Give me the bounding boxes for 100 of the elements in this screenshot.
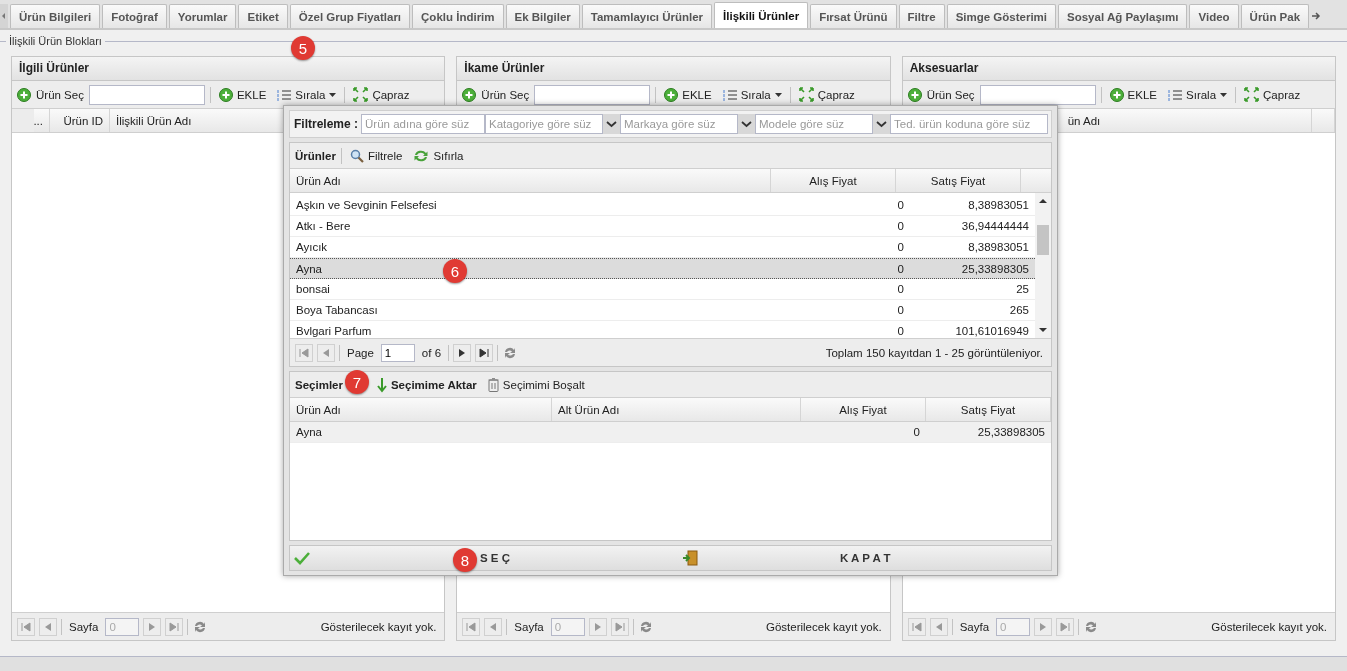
add-icon bbox=[462, 87, 477, 102]
product-row[interactable]: Atkı - Bere 0 36,94444444 bbox=[290, 216, 1035, 237]
column-header[interactable]: Alt Ürün Adı bbox=[552, 398, 801, 421]
page-label: Sayfa bbox=[513, 620, 545, 633]
column-header[interactable]: ... bbox=[12, 109, 50, 132]
selection-row[interactable]: Ayna 0 25,33898305 bbox=[290, 422, 1051, 443]
sell-price: 8,38983051 bbox=[967, 241, 1030, 253]
product-row[interactable]: bonsai 0 25 bbox=[290, 279, 1035, 300]
sell-price: 25,33898305 bbox=[976, 426, 1046, 438]
tab[interactable]: Video bbox=[1189, 4, 1239, 28]
first-page-icon[interactable] bbox=[295, 343, 313, 362]
tab[interactable]: Etiket bbox=[238, 4, 288, 28]
tab[interactable]: Yorumlar bbox=[168, 4, 237, 28]
tab[interactable]: Simge Gösterimi bbox=[946, 4, 1057, 28]
column-header[interactable]: Ürün Adı bbox=[290, 398, 552, 421]
column-header[interactable]: Satış Fiyat bbox=[896, 169, 1021, 192]
product-input[interactable] bbox=[979, 84, 1096, 105]
products-title: Ürünler bbox=[295, 149, 336, 162]
dropdown-caret-icon[interactable] bbox=[873, 114, 891, 134]
next-page-icon[interactable] bbox=[453, 343, 472, 362]
column-header[interactable]: Satış Fiyat bbox=[926, 398, 1051, 421]
sell-price: 25 bbox=[1015, 283, 1030, 295]
first-page-icon[interactable] bbox=[17, 617, 35, 636]
dropdown-caret-icon[interactable] bbox=[603, 114, 621, 134]
tab[interactable]: Ürün Pak bbox=[1240, 4, 1310, 28]
record-summary: Toplam 150 kayıtdan 1 - 25 görüntüleniyor. bbox=[825, 346, 1044, 359]
add-icon bbox=[664, 87, 679, 102]
scrollbar-thumb[interactable] bbox=[1037, 225, 1049, 255]
scroll-down-icon[interactable] bbox=[1038, 326, 1048, 334]
cross-button[interactable]: Çapraz bbox=[1241, 87, 1304, 102]
move-to-selection-button[interactable]: Seçimime Aktar bbox=[373, 376, 480, 393]
sort-button[interactable]: Sırala bbox=[719, 87, 785, 102]
add-button[interactable]: EKLE bbox=[215, 87, 270, 102]
sell-price: 25,33898305 bbox=[960, 262, 1030, 275]
column-header[interactable]: Ürün ID bbox=[50, 109, 110, 132]
buy-price: 0 bbox=[896, 220, 905, 232]
empty-message: Gösterilecek kayıt yok. bbox=[1211, 620, 1328, 633]
buy-price: 0 bbox=[896, 283, 905, 295]
tab[interactable]: Sosyal Ağ Paylaşımı bbox=[1058, 4, 1188, 28]
sell-price: 8,38983051 bbox=[967, 199, 1030, 211]
filter-label: Filtreleme : bbox=[294, 117, 359, 131]
tab[interactable]: Fırsat Ürünü bbox=[810, 4, 897, 28]
tab[interactable]: Ek Bilgiler bbox=[505, 4, 580, 28]
tab[interactable]: Fotoğraf bbox=[102, 4, 167, 28]
product-row[interactable]: Aşkın ve Sevginin Felsefesi 0 8,38983051 bbox=[290, 195, 1035, 216]
exit-door-icon[interactable] bbox=[682, 550, 699, 566]
cross-button[interactable]: Çapraz bbox=[350, 87, 413, 102]
filter-button[interactable]: Filtrele bbox=[346, 148, 406, 163]
trash-icon bbox=[487, 377, 499, 392]
scroll-left-icon[interactable] bbox=[0, 4, 8, 28]
select-button[interactable]: S E Ç bbox=[478, 552, 513, 564]
expand-arrows-icon bbox=[353, 87, 369, 102]
filter-input[interactable]: Ürün adına göre süz bbox=[361, 114, 486, 134]
reset-button[interactable]: Sıfırla bbox=[410, 148, 467, 163]
page-label: Page bbox=[346, 346, 375, 359]
buy-price: 0 bbox=[896, 304, 905, 316]
cross-button[interactable]: Çapraz bbox=[795, 87, 858, 102]
down-arrow-icon bbox=[376, 376, 387, 393]
tab[interactable]: İlişkili Ürünler bbox=[714, 2, 809, 28]
scrollbar[interactable] bbox=[1035, 193, 1051, 338]
tab[interactable]: Özel Grup Fiyatları bbox=[289, 4, 411, 28]
column-header[interactable]: Alış Fiyat bbox=[771, 169, 896, 192]
sell-price: 36,94444444 bbox=[960, 220, 1030, 232]
add-button[interactable]: EKLE bbox=[661, 87, 715, 102]
tab[interactable]: Çoklu İndirim bbox=[412, 4, 504, 28]
add-button[interactable]: EKLE bbox=[1106, 87, 1160, 102]
buy-price: 0 bbox=[912, 426, 921, 438]
sort-button[interactable]: Sırala bbox=[1165, 87, 1231, 102]
previous-page-icon[interactable] bbox=[317, 343, 335, 362]
previous-page-icon[interactable] bbox=[39, 617, 57, 636]
step-number-badge: 5 bbox=[291, 36, 315, 60]
product-name: Atkı - Bere bbox=[295, 220, 352, 232]
product-name: Ayna bbox=[295, 262, 323, 275]
empty-message: Gösterilecek kayıt yok. bbox=[765, 620, 883, 633]
scroll-up-icon[interactable] bbox=[1038, 197, 1048, 205]
tab[interactable]: Filtre bbox=[898, 4, 945, 28]
first-page-icon[interactable] bbox=[462, 617, 481, 636]
last-page-icon[interactable] bbox=[475, 343, 494, 362]
buy-price: 0 bbox=[896, 325, 905, 337]
column-header[interactable]: Alış Fiyat bbox=[801, 398, 926, 421]
tab[interactable]: Ürün Bilgileri bbox=[10, 4, 101, 28]
column-header[interactable]: Ürün Adı bbox=[290, 169, 771, 192]
clear-selection-button[interactable]: Seçimimi Boşalt bbox=[484, 377, 588, 392]
sell-price: 265 bbox=[1008, 304, 1030, 316]
first-page-icon[interactable] bbox=[907, 617, 926, 636]
product-input[interactable] bbox=[534, 84, 651, 105]
previous-page-icon[interactable] bbox=[929, 617, 948, 636]
column-header[interactable]: ün Adı bbox=[1061, 109, 1312, 132]
tab[interactable]: Tamamlayıcı Ürünler bbox=[581, 4, 713, 28]
sort-button[interactable]: Sırala bbox=[274, 87, 340, 102]
product-input[interactable] bbox=[88, 84, 205, 105]
previous-page-icon[interactable] bbox=[484, 617, 503, 636]
product-row[interactable]: Boya Tabancası 0 265 bbox=[290, 300, 1035, 321]
checkmark-icon[interactable] bbox=[294, 551, 310, 565]
dropdown-caret-icon[interactable] bbox=[738, 114, 756, 134]
close-button[interactable]: K A P A T bbox=[838, 552, 893, 564]
page-label: Sayfa bbox=[68, 620, 100, 633]
search-icon bbox=[349, 148, 364, 163]
page-input[interactable]: 1 bbox=[380, 343, 415, 362]
filter-input[interactable]: Ted. ürün koduna göre süz bbox=[890, 114, 1049, 134]
